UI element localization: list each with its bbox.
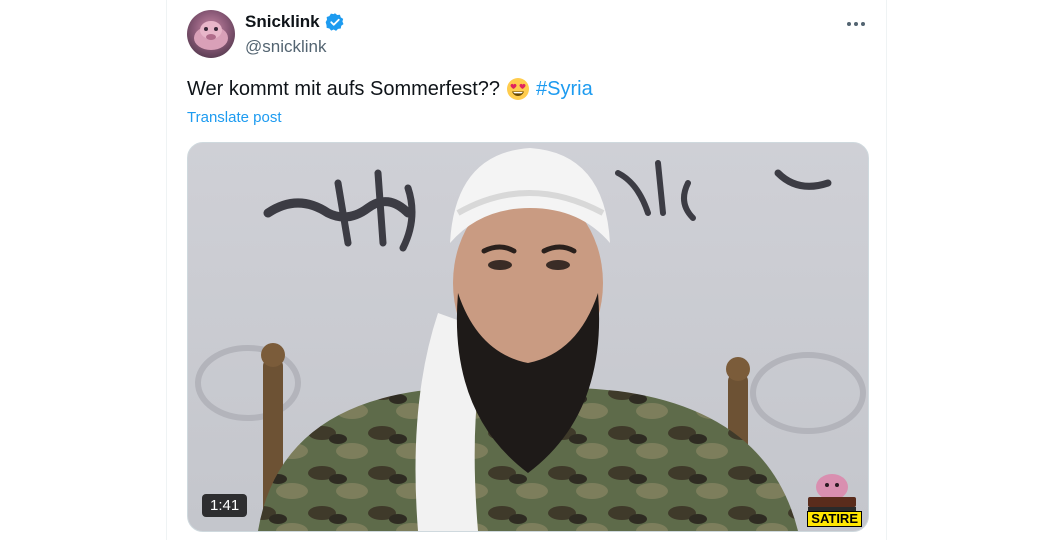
author-handle[interactable]: @snicklink (245, 37, 327, 57)
author-name[interactable]: Snicklink (245, 12, 320, 32)
more-options-icon[interactable] (844, 14, 868, 34)
translate-post-link[interactable]: Translate post (187, 109, 282, 126)
post-text-row: Wer kommt mit aufs Sommerfest?? #Syria (187, 77, 593, 101)
post-card: Snicklink @snicklink Wer kommt mit aufs … (166, 0, 887, 540)
author-name-row[interactable]: Snicklink (245, 12, 345, 32)
creature-avatar-image (194, 21, 228, 50)
verified-badge-icon (325, 13, 344, 31)
avatar[interactable] (187, 10, 235, 58)
video-thumbnail-image (188, 143, 868, 531)
hashtag-link[interactable]: #Syria (536, 78, 593, 101)
post-text: Wer kommt mit aufs Sommerfest?? (187, 77, 501, 100)
satire-watermark-label: SATIRE (807, 511, 862, 527)
video-duration-badge: 1:41 (202, 494, 248, 517)
heart-eyes-emoji-icon (507, 78, 530, 100)
video-player[interactable]: 1:41 SATIRE (187, 142, 869, 532)
